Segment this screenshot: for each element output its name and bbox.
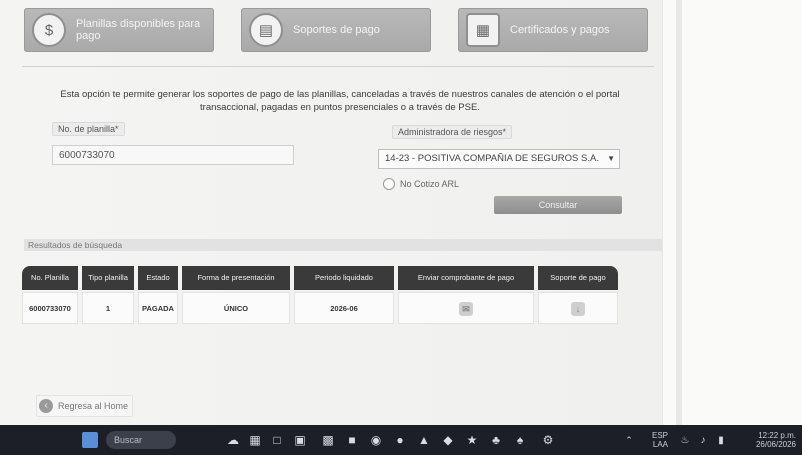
tab-certificados[interactable]: ▦ Certificados y pagos — [458, 8, 648, 52]
cell-payment-support: ↓ — [538, 292, 618, 324]
column-header: Tipo planilla — [82, 266, 134, 290]
app-icon[interactable]: ♠ — [512, 432, 528, 448]
send-receipt-icon[interactable]: ✉ — [459, 302, 473, 317]
app-icon[interactable]: ◆ — [440, 432, 456, 448]
tab-planillas-disponibles[interactable]: $ Planillas disponibles para pago — [24, 8, 214, 52]
app-icon[interactable]: ⚙ — [540, 432, 556, 448]
radio-button[interactable] — [383, 178, 395, 190]
start-menu-icon[interactable] — [82, 432, 98, 448]
policy-number-label: No. de planilla* — [52, 122, 125, 136]
column-header: No. Planilla — [22, 266, 78, 290]
policy-number-input[interactable]: 6000733070 — [52, 145, 294, 165]
no-arl-label: No Cotizo ARL — [400, 179, 460, 189]
language-indicator[interactable]: ESP LAA — [650, 431, 668, 449]
top-tabs: $ Planillas disponibles para pago ▤ Sopo… — [24, 8, 654, 54]
app-icon[interactable]: ▣ — [292, 432, 308, 448]
app-icon[interactable]: ▩ — [320, 432, 336, 448]
cell-planilla: 6000733070 — [22, 292, 78, 324]
back-arrow-icon: ‹ — [39, 399, 53, 413]
column-header: Enviar comprobante de pago — [398, 266, 534, 290]
tab-label: Soportes de pago — [293, 24, 380, 36]
cell-forma: ÚNICO — [182, 292, 290, 324]
folder-icon[interactable]: □ — [268, 432, 286, 448]
scrollbar-track[interactable] — [676, 0, 682, 425]
receipt-icon: ▤ — [249, 13, 283, 47]
certificate-icon: ▦ — [466, 13, 500, 47]
cell-tipo: 1 — [82, 292, 134, 324]
column-header: Forma de presentación — [182, 266, 290, 290]
back-home-link[interactable]: ‹ Regresa al Home — [36, 395, 134, 417]
no-arl-option[interactable]: No Cotizo ARL — [383, 178, 459, 190]
app-icon[interactable]: ● — [392, 432, 408, 448]
cell-periodo: 2026-06 — [294, 292, 394, 324]
back-home-label: Regresa al Home — [58, 401, 129, 411]
tab-label: Certificados y pagos — [510, 24, 610, 36]
language-top: ESP — [651, 431, 668, 440]
task-view-icon[interactable]: ▦ — [246, 432, 264, 448]
chevron-down-icon: ▼ — [607, 154, 615, 163]
app-page: $ Planillas disponibles para pago ▤ Sopo… — [0, 0, 802, 425]
wifi-icon[interactable]: ♨ — [678, 432, 692, 448]
cell-send-receipt: ✉ — [398, 292, 534, 324]
app-icon[interactable]: ◉ — [368, 432, 384, 448]
battery-icon[interactable]: ▮ — [714, 432, 728, 448]
language-bottom: LAA — [652, 440, 668, 449]
download-support-icon[interactable]: ↓ — [571, 302, 585, 317]
widgets-icon[interactable]: ☁ — [224, 432, 242, 448]
results-section-label: Resultados de búsqueda — [28, 240, 123, 250]
clock[interactable]: 12:22 p.m. 26/06/2026 — [740, 431, 796, 449]
app-icon[interactable]: ♣ — [488, 432, 504, 448]
clock-time: 12:22 p.m. — [758, 431, 796, 440]
coins-icon: $ — [32, 13, 66, 47]
tab-soportes-de-pago[interactable]: ▤ Soportes de pago — [241, 8, 431, 52]
taskbar: Buscar ☁ ▦ □ ▣ ▩ ■ ◉ ● ▲ ◆ ★ ♣ ♠ ⚙ ⌃ ESP… — [0, 425, 802, 455]
column-header: Soporte de pago — [538, 266, 618, 290]
risk-admin-label: Administradora de riesgos* — [392, 125, 513, 139]
tab-label: Planillas disponibles para pago — [76, 18, 201, 42]
app-icon[interactable]: ▲ — [416, 432, 432, 448]
column-header: Periodo liquidado — [294, 266, 394, 290]
risk-admin-value: 14-23 - POSITIVA COMPAÑIA DE SEGUROS S.A… — [385, 153, 599, 164]
divider — [22, 66, 654, 67]
app-icon[interactable]: ★ — [464, 432, 480, 448]
info-text: Esta opción te permite generar los sopor… — [60, 89, 620, 113]
consult-button[interactable]: Consultar — [494, 196, 622, 214]
app-icon[interactable]: ■ — [344, 432, 360, 448]
taskbar-search-input[interactable]: Buscar — [106, 431, 176, 449]
chevron-up-icon[interactable]: ⌃ — [622, 432, 636, 448]
risk-admin-select[interactable]: 14-23 - POSITIVA COMPAÑIA DE SEGUROS S.A… — [378, 149, 620, 169]
column-header: Estado — [138, 266, 178, 290]
cell-estado: PAGADA — [138, 292, 178, 324]
right-margin — [662, 0, 802, 425]
clock-date: 26/06/2026 — [755, 440, 796, 449]
volume-icon[interactable]: ♪ — [696, 432, 710, 448]
